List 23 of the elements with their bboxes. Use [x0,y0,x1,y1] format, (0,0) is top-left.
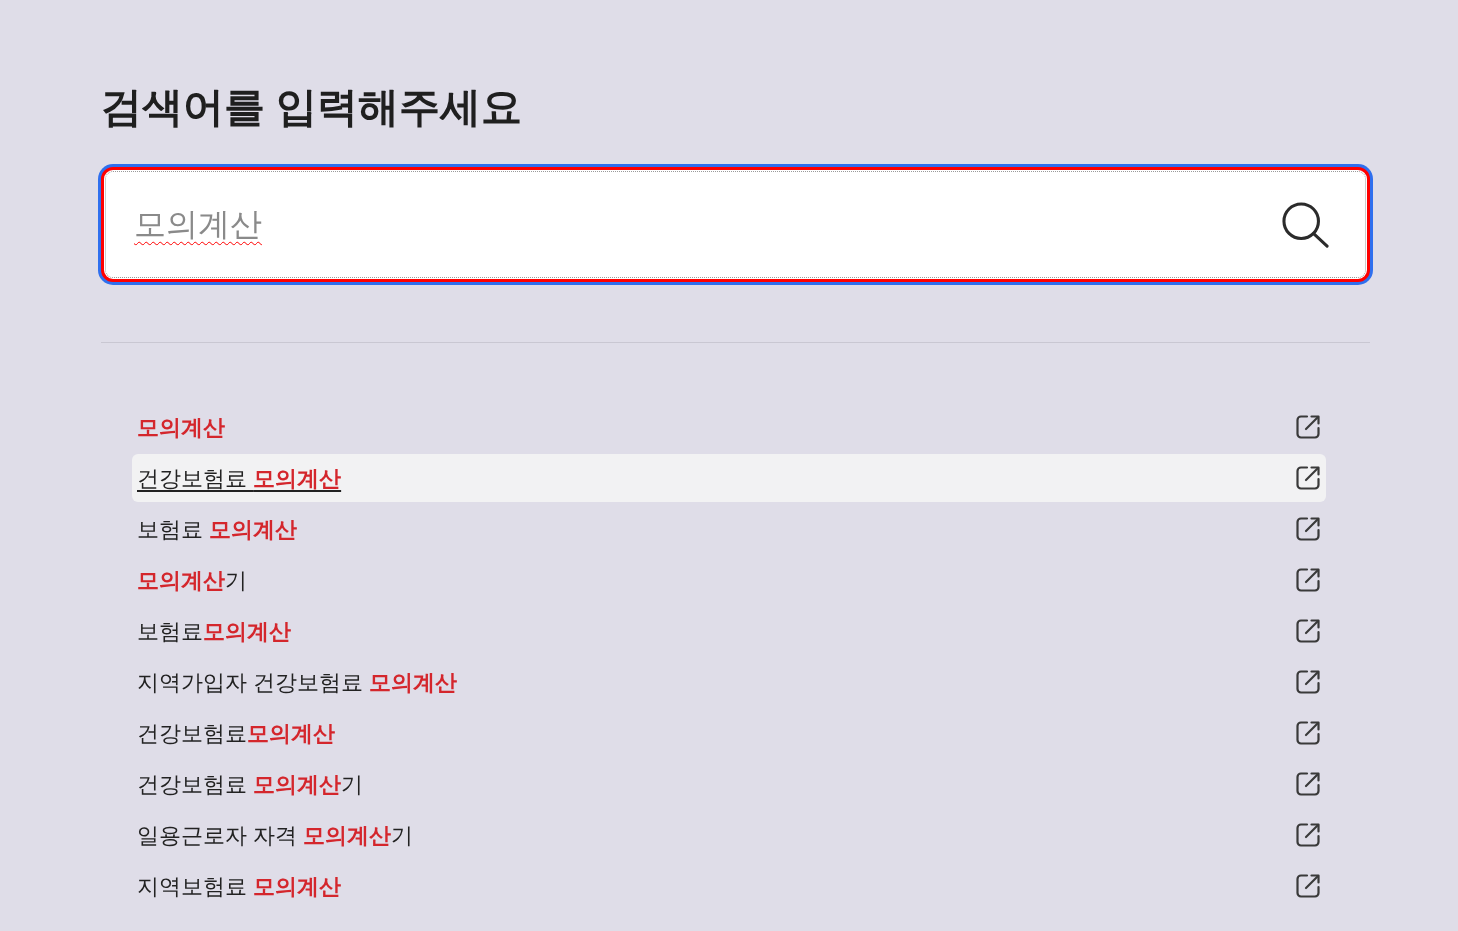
external-link-icon [1295,873,1321,899]
suggestion-item[interactable]: 건강보험료 모의계산기 [132,760,1326,808]
external-link-icon [1295,465,1321,491]
external-link-icon [1295,771,1321,797]
suggestion-item[interactable]: 건강보험료 모의계산 [132,454,1326,502]
suggestion-item[interactable]: 지역가입자 건강보험료 모의계산 [132,658,1326,706]
suggestion-item[interactable]: 지역보험료 모의계산 [132,862,1326,910]
search-icon [1282,202,1330,248]
suggestion-item[interactable]: 보험료 모의계산 [132,505,1326,553]
suggestion-item[interactable]: 모의계산기 [132,556,1326,604]
external-link-icon [1295,822,1321,848]
page-title: 검색어를 입력해주세요 [101,83,523,132]
external-link-icon [1295,618,1321,644]
external-link-icon [1295,567,1321,593]
suggestion-item[interactable]: 건강보험료모의계산 [132,709,1326,757]
external-link-icon [1295,669,1321,695]
external-link-icon [1295,414,1321,440]
external-link-icon [1295,720,1321,746]
suggestion-item[interactable]: 모의계산 [132,403,1326,451]
suggestion-item[interactable]: 보험료모의계산 [132,607,1326,655]
search-button[interactable] [1282,202,1330,248]
external-link-icon [1295,516,1321,542]
suggestion-item[interactable]: 일용근로자 자격 모의계산기 [132,811,1326,859]
